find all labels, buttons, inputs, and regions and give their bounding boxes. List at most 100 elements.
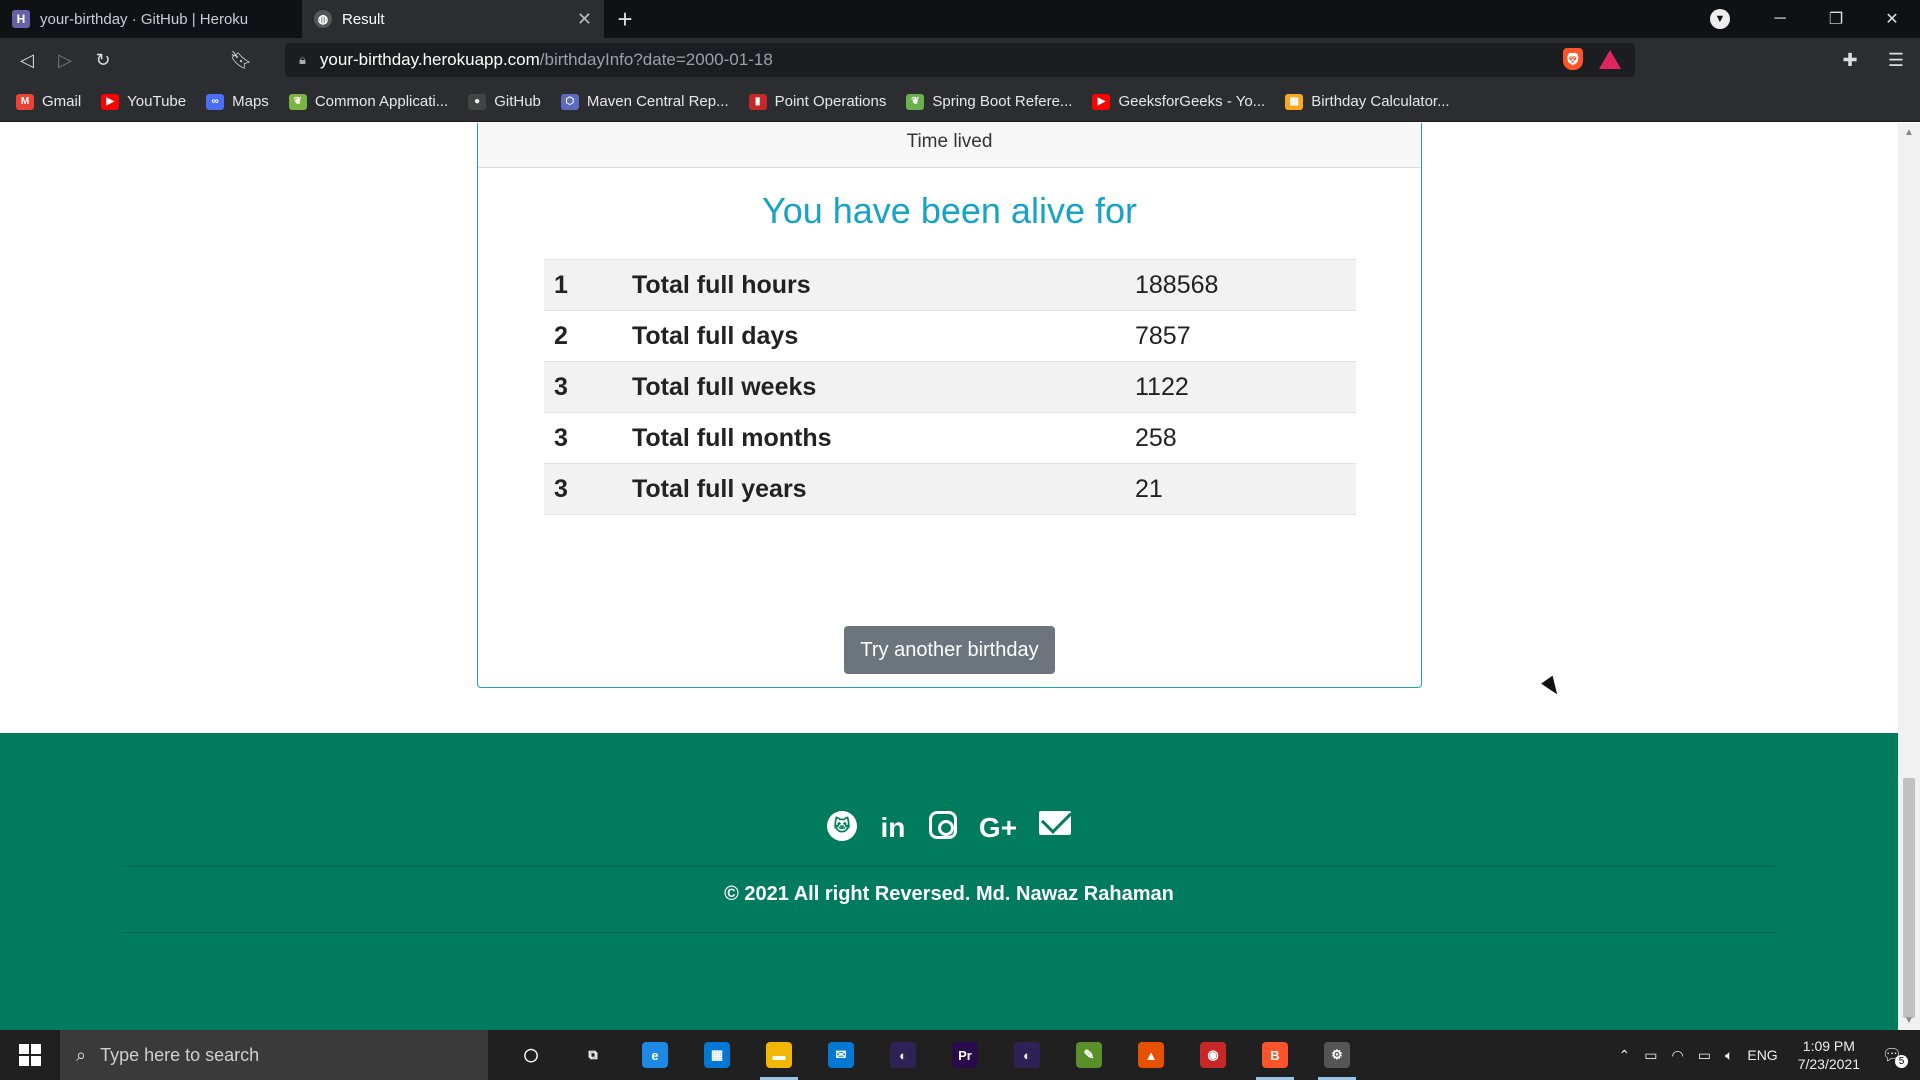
taskbar-app[interactable]: ▬	[748, 1030, 810, 1080]
mail-icon: ✉	[828, 1042, 854, 1068]
notifications-icon[interactable]: 💬︎ 5	[1874, 1040, 1910, 1070]
matlab-icon: ▲	[1138, 1042, 1164, 1068]
close-window-icon[interactable]: ✕	[1864, 9, 1920, 29]
taskbar-app[interactable]: ◐	[872, 1030, 934, 1080]
wifi-icon[interactable]: ◠	[1672, 1047, 1684, 1064]
notification-count: 5	[1895, 1055, 1908, 1068]
bookmark-icon[interactable]: 🔖︎	[222, 41, 260, 79]
envelope-icon[interactable]	[1039, 811, 1072, 835]
taskbar-search-box[interactable]: ⌕ Type here to search	[60, 1030, 488, 1080]
forward-button[interactable]: ▷	[46, 41, 84, 79]
bookmark-item[interactable]: ❦ Common Applicati...	[288, 93, 448, 110]
settings-icon: ⚙	[1324, 1042, 1350, 1068]
row-number: 3	[544, 412, 622, 464]
time-lived-card: Time lived You have been alive for 1 Tota…	[477, 123, 1422, 688]
github-icon[interactable]: 🐱︎	[826, 811, 857, 841]
battery-icon[interactable]: ▭	[1698, 1047, 1711, 1064]
clock-time: 1:09 PM	[1802, 1038, 1855, 1054]
brave-menu-icon[interactable]: ▼	[1710, 9, 1730, 29]
bookmark-item[interactable]: ▦ Birthday Calculator...	[1285, 93, 1450, 110]
lock-icon[interactable]: 🔒︎	[299, 52, 306, 68]
brave-shields-icon[interactable]: 🦁︎	[1563, 48, 1583, 70]
leaf-icon: ❦	[288, 93, 307, 110]
bookmark-label: Birthday Calculator...	[1311, 93, 1450, 110]
eclipse-icon: ◐	[890, 1042, 916, 1068]
bookmark-item[interactable]: ▶ GeeksforGeeks - Yo...	[1092, 93, 1265, 110]
table-row: 3 Total full weeks 1122	[544, 361, 1356, 413]
close-tab-icon[interactable]: ✕	[577, 9, 592, 30]
scroll-up-icon[interactable]: ▲	[1904, 127, 1914, 138]
heroku-icon: H	[12, 10, 30, 28]
bookmark-label: Maven Central Rep...	[586, 93, 729, 110]
table-row: 2 Total full days 7857	[544, 310, 1356, 362]
bookmark-item[interactable]: ∞ Maps	[206, 93, 269, 110]
bookmark-item[interactable]: M Gmail	[16, 93, 81, 110]
store-icon: ▦	[704, 1042, 730, 1068]
taskbar-app[interactable]: ◉	[1182, 1030, 1244, 1080]
minimize-icon[interactable]: ─	[1752, 10, 1808, 28]
bookmark-label: GeeksforGeeks - Yo...	[1118, 93, 1266, 110]
taskbar-app[interactable]: e	[624, 1030, 686, 1080]
tab-github-heroku[interactable]: H your-birthday · GitHub | Heroku	[0, 0, 302, 38]
bookmark-item[interactable]: ▶ YouTube	[101, 93, 186, 110]
notepad-icon: ✎	[1076, 1042, 1102, 1068]
reload-button[interactable]: ↻	[84, 41, 122, 79]
new-tab-button[interactable]: +	[604, 0, 646, 38]
clock-date: 7/23/2021	[1797, 1056, 1860, 1072]
card-header: Time lived	[478, 123, 1421, 168]
url-host: your-birthday.herokuapp.com	[319, 50, 540, 69]
eclipse-icon-2: ◐	[1014, 1042, 1040, 1068]
extensions-icon[interactable]: ✚	[1834, 41, 1866, 79]
cortana-icon: ◯	[518, 1042, 544, 1068]
tab-result[interactable]: ◍ Result ✕	[302, 0, 604, 38]
scroll-down-icon[interactable]: ▼	[1904, 1015, 1914, 1026]
brave-rewards-icon[interactable]	[1599, 49, 1621, 69]
bookmark-item[interactable]: ⬡ Maven Central Rep...	[560, 93, 729, 110]
start-button[interactable]	[0, 1030, 60, 1080]
bookmark-page-icon: ▮	[748, 93, 767, 110]
table-row: 3 Total full months 258	[544, 412, 1356, 464]
bookmark-item[interactable]: ● GitHub	[468, 93, 541, 110]
taskbar-app[interactable]: ⧉	[562, 1030, 624, 1080]
maximize-icon[interactable]: ❐	[1808, 9, 1864, 29]
row-value: 1122	[1125, 361, 1356, 413]
taskbar-app[interactable]: B	[1244, 1030, 1306, 1080]
taskbar-app[interactable]: ✎	[1058, 1030, 1120, 1080]
linkedin-icon[interactable]: in	[879, 811, 907, 845]
volume-icon[interactable]: 🔈︎	[1725, 1047, 1733, 1064]
social-links: 🐱︎ in G+	[0, 811, 1898, 845]
scrollbar-thumb[interactable]	[1903, 778, 1915, 1018]
taskbar-app[interactable]: ◐	[996, 1030, 1058, 1080]
github-icon: ●	[468, 93, 487, 110]
youtube-icon: ▶	[1092, 93, 1111, 110]
meet-now-icon[interactable]: ▭	[1644, 1047, 1657, 1064]
clock[interactable]: 1:09 PM 7/23/2021	[1798, 1037, 1860, 1073]
tab-strip: H your-birthday · GitHub | Heroku ◍ Resu…	[0, 0, 1920, 38]
taskbar-app[interactable]: ⚙	[1306, 1030, 1368, 1080]
try-another-birthday-button[interactable]: Try another birthday	[844, 626, 1055, 674]
table-row: 1 Total full hours 188568	[544, 259, 1356, 311]
row-value: 188568	[1125, 259, 1356, 311]
instagram-icon[interactable]	[928, 811, 957, 839]
browser-menu-icon[interactable]: ☰	[1880, 41, 1912, 79]
language-indicator[interactable]: ENG	[1747, 1047, 1777, 1063]
window-controls: ─ ❐ ✕	[1752, 0, 1920, 38]
row-number: 3	[544, 361, 622, 413]
taskbar-app[interactable]: ✉	[810, 1030, 872, 1080]
row-label: Total full months	[622, 412, 1125, 464]
search-placeholder: Type here to search	[100, 1044, 260, 1065]
page-scrollbar[interactable]: ▲ ▼	[1898, 123, 1920, 1030]
bookmark-label: GitHub	[494, 93, 541, 110]
taskbar-app[interactable]: ▦	[686, 1030, 748, 1080]
show-hidden-icons-icon[interactable]: ⌃	[1619, 1047, 1631, 1064]
windows-logo-icon	[19, 1044, 41, 1066]
taskbar-app[interactable]: Pr	[934, 1030, 996, 1080]
bookmark-label: Maps	[232, 93, 269, 110]
taskbar-app[interactable]: ▲	[1120, 1030, 1182, 1080]
bookmark-item[interactable]: ▮ Point Operations	[748, 93, 886, 110]
address-bar[interactable]: 🔒︎ your-birthday.herokuapp.com/birthdayI…	[285, 43, 1635, 77]
bookmark-item[interactable]: ❦ Spring Boot Refere...	[906, 93, 1072, 110]
google-plus-icon[interactable]: G+	[979, 811, 1017, 845]
back-button[interactable]: ◁	[8, 41, 46, 79]
taskbar-app[interactable]: ◯	[500, 1030, 562, 1080]
